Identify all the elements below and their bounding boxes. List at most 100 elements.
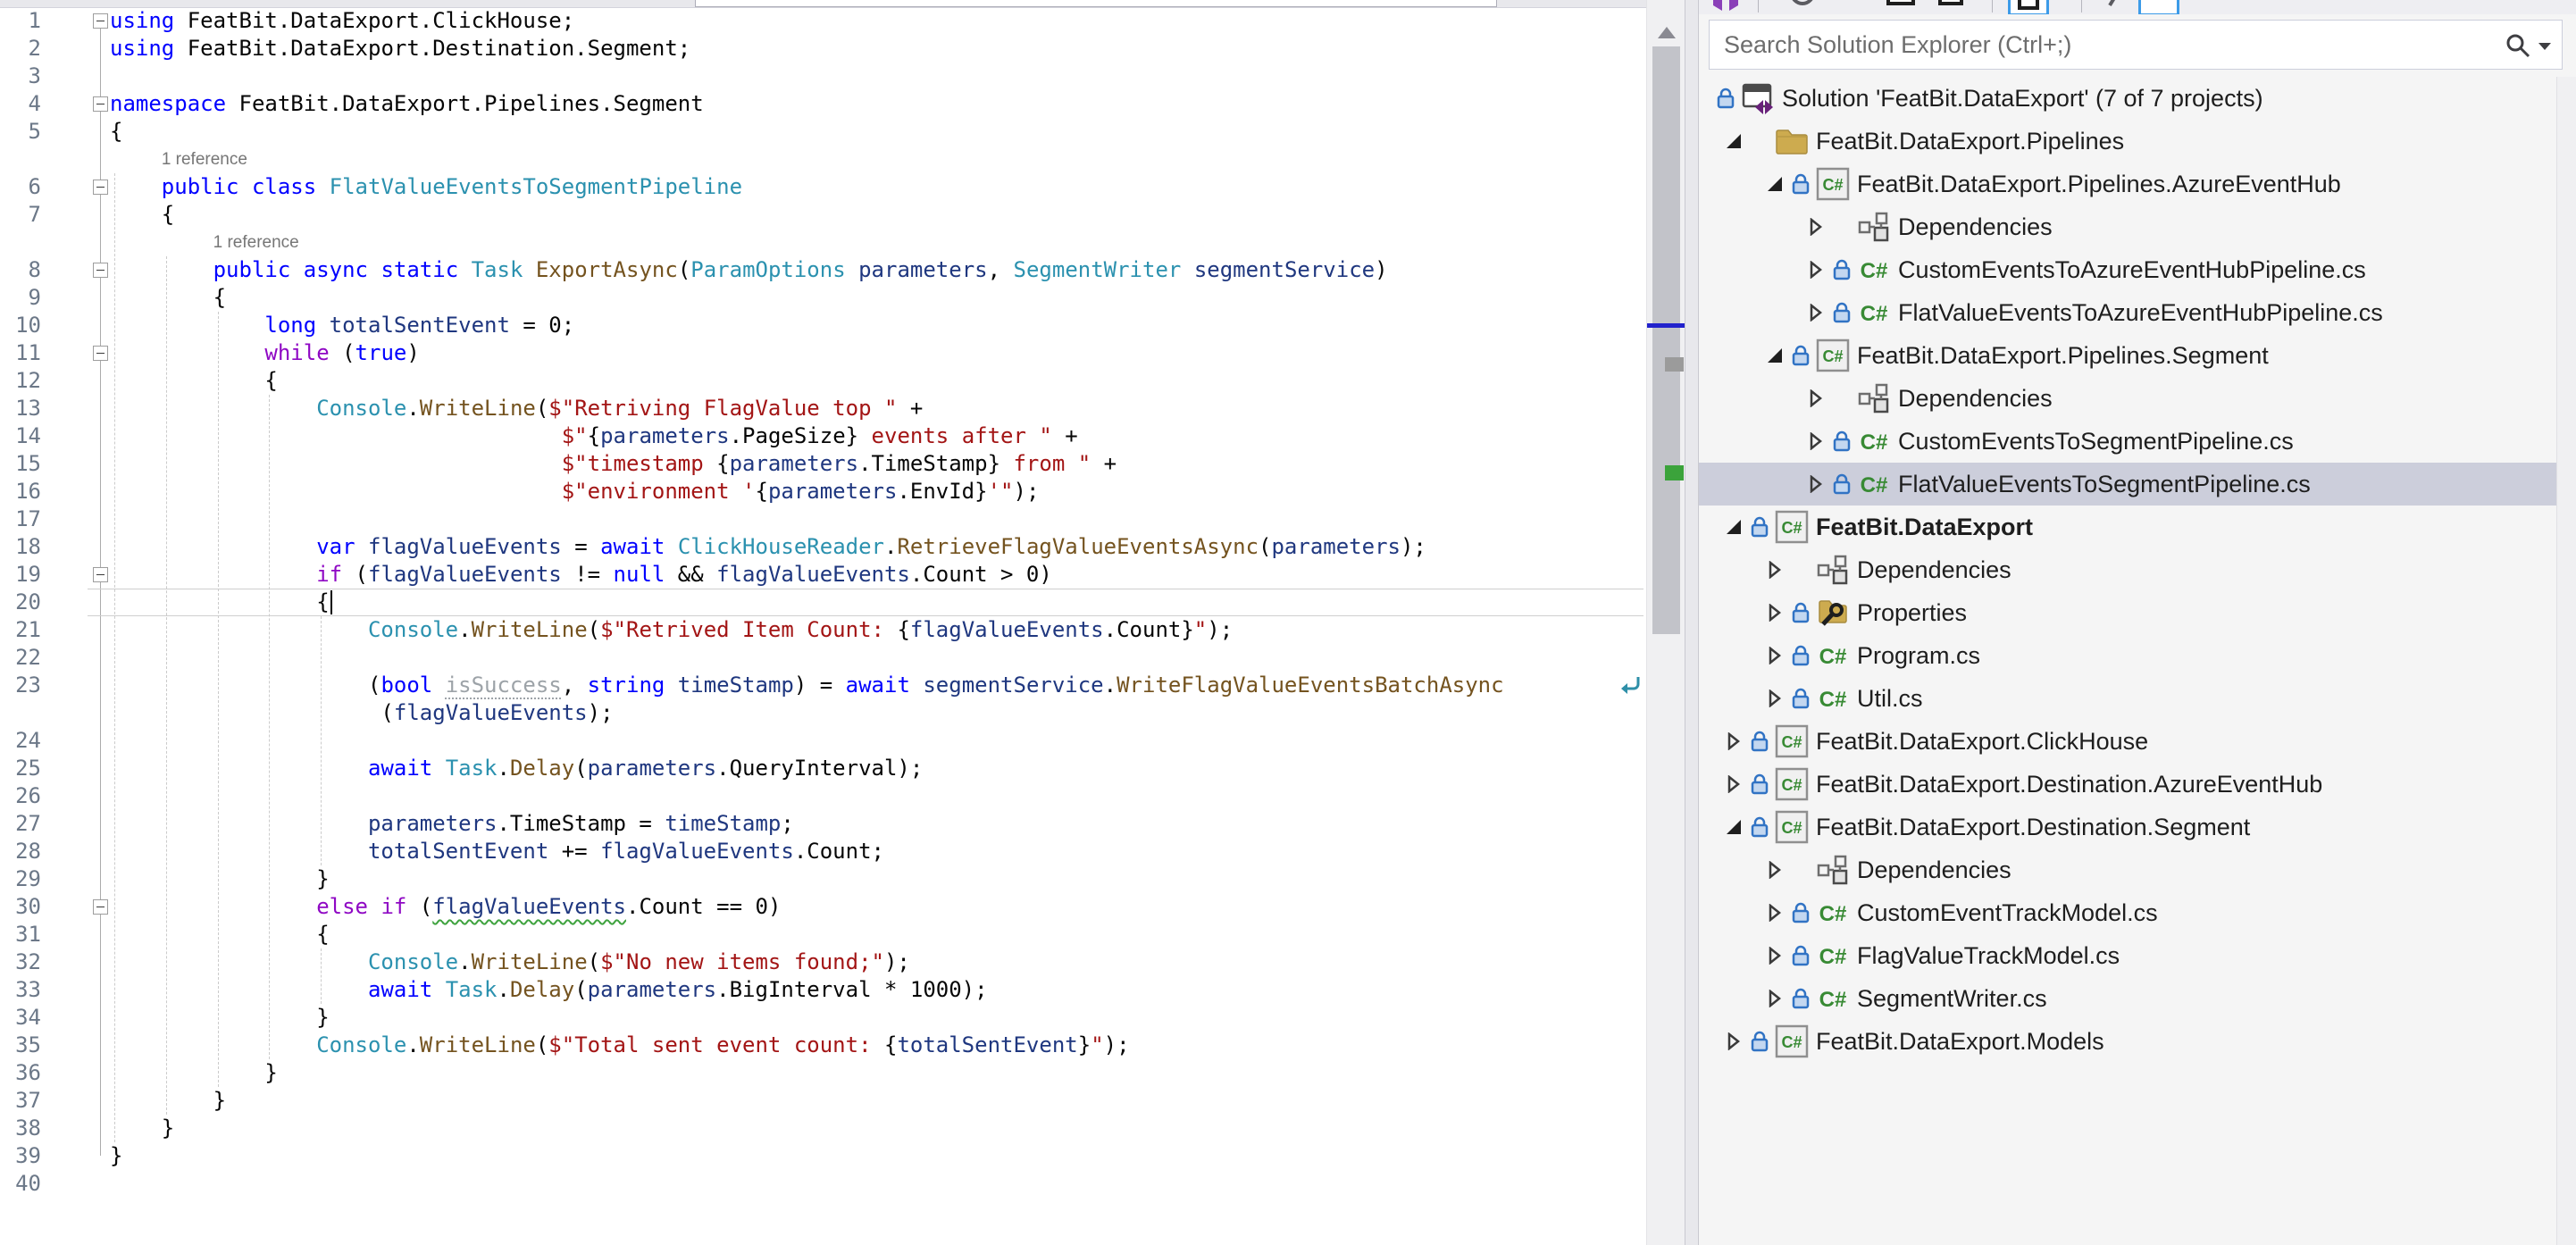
tree-item-featbit-dataexport-destination-segment[interactable]: C#FeatBit.DataExport.Destination.Segment [1699, 806, 2556, 848]
expanded-arrow-icon[interactable] [1765, 175, 1785, 193]
scrollbar-thumb[interactable] [1652, 46, 1680, 634]
code-line[interactable]: 3 [0, 63, 1646, 90]
tree-item-featbit-dataexport-pipelines[interactable]: FeatBit.DataExport.Pipelines [1699, 120, 2556, 163]
sync-with-active-document-icon[interactable] [1708, 0, 1749, 14]
code-line[interactable]: 31 { [0, 921, 1646, 948]
code-line[interactable]: 14 $"{parameters.PageSize} events after … [0, 422, 1646, 450]
code-line[interactable]: 6 public class FlatValueEventsToSegmentP… [0, 173, 1646, 201]
search-options-chevron-icon[interactable] [2538, 43, 2551, 50]
collapsed-arrow-icon[interactable] [1765, 990, 1785, 1007]
code-line[interactable]: 34 } [0, 1004, 1646, 1032]
code-line[interactable]: 39} [0, 1142, 1646, 1170]
code-line[interactable]: 9 { [0, 284, 1646, 312]
collapsed-arrow-icon[interactable] [1806, 218, 1826, 236]
codelens-references-label[interactable]: 1 reference [162, 146, 247, 173]
code-line[interactable]: 30 else if (flagValueEvents.Count == 0) [0, 893, 1646, 921]
collapse-region-toggle[interactable] [93, 180, 108, 195]
solution-explorer-scrollbar[interactable] [2556, 77, 2576, 1245]
code-line[interactable]: 28 totalSentEvent += flagValueEvents.Cou… [0, 838, 1646, 865]
code-line[interactable]: 27 parameters.TimeStamp = timeStamp; [0, 810, 1646, 838]
tree-item-segmentwriter-cs[interactable]: C#SegmentWriter.cs [1699, 977, 2556, 1020]
collapsed-arrow-icon[interactable] [1806, 261, 1826, 279]
properties-icon[interactable] [2008, 0, 2049, 14]
expanded-arrow-icon[interactable] [1765, 347, 1785, 364]
code-line[interactable]: 16 $"environment '{parameters.EnvId}'"); [0, 478, 1646, 506]
code-line[interactable]: 36 } [0, 1059, 1646, 1087]
collapsed-arrow-icon[interactable] [1806, 304, 1826, 322]
collapsed-arrow-icon[interactable] [1724, 1032, 1744, 1050]
code-line[interactable]: 18 var flagValueEvents = await ClickHous… [0, 533, 1646, 561]
code-wrap-line[interactable]: (flagValueEvents); [0, 699, 1646, 727]
code-line[interactable]: 24 [0, 727, 1646, 755]
tree-item-featbit-dataexport-pipelines-segment[interactable]: C#FeatBit.DataExport.Pipelines.Segment [1699, 334, 2556, 377]
search-input[interactable] [1722, 24, 2476, 65]
code-line[interactable]: 15 $"timestamp {parameters.TimeStamp} fr… [0, 450, 1646, 478]
collapse-region-toggle[interactable] [93, 263, 108, 278]
tree-item-featbit-dataexport-clickhouse[interactable]: C#FeatBit.DataExport.ClickHouse [1699, 720, 2556, 763]
code-line[interactable]: 12 { [0, 367, 1646, 395]
collapsed-arrow-icon[interactable] [1724, 732, 1744, 750]
tree-item-util-cs[interactable]: C#Util.cs [1699, 677, 2556, 720]
code-lines-container[interactable]: 1using FeatBit.DataExport.ClickHouse;2us… [0, 0, 1646, 1245]
collapsed-arrow-icon[interactable] [1765, 947, 1785, 965]
refresh-icon[interactable] [1785, 0, 1826, 14]
code-line[interactable]: 29 } [0, 865, 1646, 893]
collapsed-arrow-icon[interactable] [1806, 475, 1826, 493]
collapse-region-toggle[interactable] [93, 13, 108, 29]
expanded-arrow-icon[interactable] [1724, 518, 1744, 536]
collapsed-arrow-icon[interactable] [1765, 604, 1785, 622]
tree-item-solution-featbit-dataexport-7-of-7-projects[interactable]: Solution 'FeatBit.DataExport' (7 of 7 pr… [1699, 77, 2556, 120]
code-line[interactable]: 25 await Task.Delay(parameters.QueryInte… [0, 755, 1646, 782]
tree-item-featbit-dataexport-models[interactable]: C#FeatBit.DataExport.Models [1699, 1020, 2556, 1063]
tree-item-flatvalueeventstosegmentpipeline-cs[interactable]: C#FlatValueEventsToSegmentPipeline.cs [1699, 463, 2556, 506]
collapsed-arrow-icon[interactable] [1806, 432, 1826, 450]
code-line[interactable]: 22 [0, 644, 1646, 672]
code-line[interactable]: 11 while (true) [0, 339, 1646, 367]
tree-item-featbit-dataexport[interactable]: C#FeatBit.DataExport [1699, 506, 2556, 548]
tree-item-flagvaluetrackmodel-cs[interactable]: C#FlagValueTrackModel.cs [1699, 934, 2556, 977]
collapse-region-toggle[interactable] [93, 346, 108, 361]
code-line[interactable]: 26 [0, 782, 1646, 810]
tree-item-dependencies[interactable]: Dependencies [1699, 205, 2556, 248]
pencil-icon[interactable] [2099, 0, 2140, 14]
code-line[interactable]: 7 { [0, 201, 1646, 229]
code-line[interactable]: 8 public async static Task ExportAsync(P… [0, 256, 1646, 284]
code-line[interactable]: 19 if (flagValueEvents != null && flagVa… [0, 561, 1646, 589]
expanded-arrow-icon[interactable] [1724, 818, 1744, 836]
collapsed-arrow-icon[interactable] [1765, 647, 1785, 664]
code-line[interactable]: 1using FeatBit.DataExport.ClickHouse; [0, 7, 1646, 35]
tree-item-properties[interactable]: Properties [1699, 591, 2556, 634]
code-line[interactable]: 5{ [0, 118, 1646, 146]
code-line[interactable]: 10 long totalSentEvent = 0; [0, 312, 1646, 339]
tree-item-flatvalueeventstoazureeventhubpipeline-cs[interactable]: C#FlatValueEventsToAzureEventHubPipeline… [1699, 291, 2556, 334]
collapsed-arrow-icon[interactable] [1806, 389, 1826, 407]
collapse-region-toggle[interactable] [93, 899, 108, 915]
collapse-region-toggle[interactable] [93, 567, 108, 582]
tree-item-customeventstosegmentpipeline-cs[interactable]: C#CustomEventsToSegmentPipeline.cs [1699, 420, 2556, 463]
code-line[interactable]: 37 } [0, 1087, 1646, 1115]
show-all-files-icon[interactable] [1933, 0, 1974, 14]
nest-files-icon[interactable] [1883, 0, 1924, 14]
tree-item-dependencies[interactable]: Dependencies [1699, 548, 2556, 591]
code-editor[interactable]: 1using FeatBit.DataExport.ClickHouse;2us… [0, 0, 1685, 1245]
collapsed-arrow-icon[interactable] [1765, 904, 1785, 922]
tree-item-customeventstoazureeventhubpipeline-cs[interactable]: C#CustomEventsToAzureEventHubPipeline.cs [1699, 248, 2556, 291]
tree-item-featbit-dataexport-destination-azureeventhub[interactable]: C#FeatBit.DataExport.Destination.AzureEv… [1699, 763, 2556, 806]
code-line[interactable]: 23 (bool isSuccess, string timeStamp) = … [0, 672, 1646, 699]
expanded-arrow-icon[interactable] [1724, 132, 1744, 150]
code-line[interactable]: 35 Console.WriteLine($"Total sent event … [0, 1032, 1646, 1059]
code-line[interactable]: 13 Console.WriteLine($"Retriving FlagVal… [0, 395, 1646, 422]
panel-splitter[interactable] [1685, 0, 1699, 1245]
code-line[interactable]: 38 } [0, 1115, 1646, 1142]
code-line[interactable]: 2using FeatBit.DataExport.Destination.Se… [0, 35, 1646, 63]
preview-selected-items-icon[interactable] [2138, 0, 2179, 14]
code-line[interactable]: 17 [0, 506, 1646, 533]
tree-item-featbit-dataexport-pipelines-azureeventhub[interactable]: C#FeatBit.DataExport.Pipelines.AzureEven… [1699, 163, 2556, 205]
code-line[interactable]: 21 Console.WriteLine($"Retrived Item Cou… [0, 616, 1646, 644]
collapsed-arrow-icon[interactable] [1724, 775, 1744, 793]
code-line[interactable]: 4namespace FeatBit.DataExport.Pipelines.… [0, 90, 1646, 118]
code-line[interactable]: 33 await Task.Delay(parameters.BigInterv… [0, 976, 1646, 1004]
code-line[interactable]: 40 [0, 1170, 1646, 1198]
navigation-combo[interactable] [695, 0, 1497, 7]
scrollbar-up-arrow-icon[interactable] [1658, 27, 1676, 38]
